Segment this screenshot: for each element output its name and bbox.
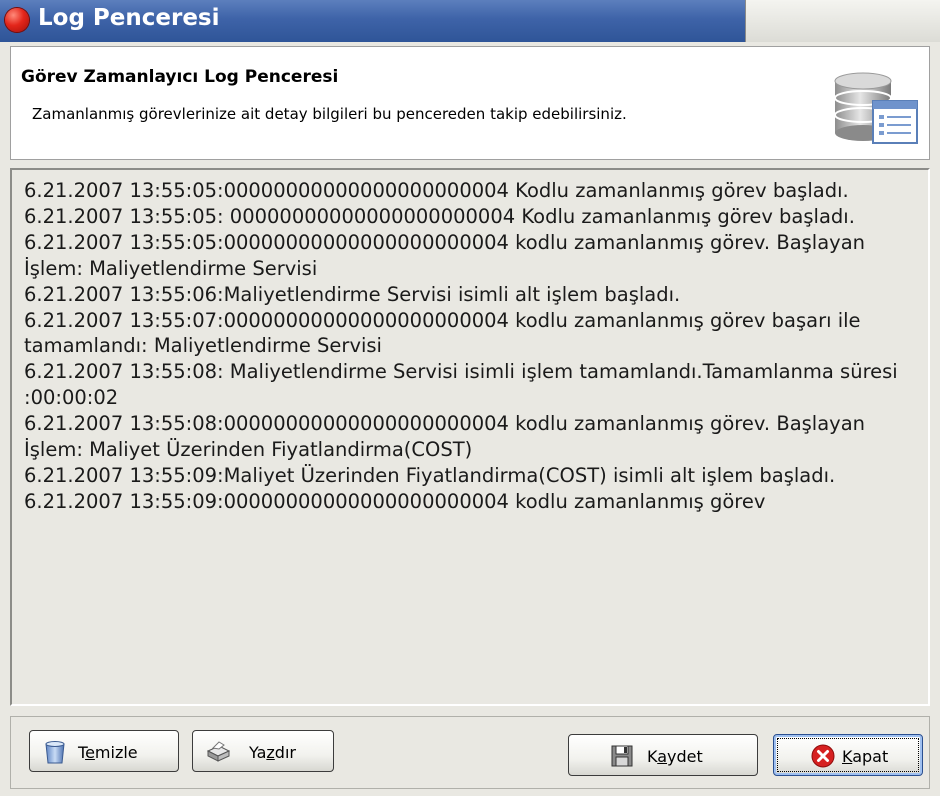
save-label-mnemonic: a	[657, 747, 668, 766]
log-line: 6.21.2007 13:55:08: Maliyetlendirme Serv…	[24, 360, 898, 410]
clear-label-mnemonic: e	[85, 743, 95, 762]
close-circle-icon	[811, 744, 835, 768]
log-line: 6.21.2007 13:55:05:000000000000000000000…	[24, 230, 866, 280]
log-line: 6.21.2007 13:55:07:000000000000000000000…	[24, 308, 861, 358]
log-line: 6.21.2007 13:55:06:Maliyetlendirme Servi…	[24, 282, 681, 306]
log-line: 6.21.2007 13:55:09:Maliyet Üzerinden Fiy…	[24, 463, 836, 487]
clear-label-pre: T	[78, 743, 86, 762]
log-window: Log Penceresi Görev Zamanlayıcı Log Penc…	[0, 0, 940, 796]
print-label-mnemonic: z	[266, 743, 275, 762]
close-label-post: apat	[852, 747, 889, 766]
window-title: Log Penceresi	[38, 5, 220, 31]
log-text-area[interactable]: 6.21.2007 13:55:05:000000000000000000000…	[10, 168, 930, 706]
floppy-disk-icon	[611, 745, 633, 767]
red-circle-icon	[5, 8, 29, 32]
button-bar: Temizle Yazdır Kaydet Kapat	[10, 716, 930, 789]
close-button[interactable]: Kapat	[773, 734, 923, 776]
save-label-pre: K	[647, 747, 658, 766]
title-bar[interactable]: Log Penceresi	[0, 0, 940, 42]
print-label-pre: Ya	[249, 743, 267, 762]
close-label-mnemonic: K	[842, 747, 853, 766]
save-button[interactable]: Kaydet	[568, 734, 758, 776]
log-line: 6.21.2007 13:55:05: 00000000000000000000…	[24, 204, 855, 228]
print-button[interactable]: Yazdır	[192, 730, 334, 772]
print-label-post: dır	[274, 743, 296, 762]
log-line: 6.21.2007 13:55:08:000000000000000000000…	[24, 412, 866, 462]
log-line: 6.21.2007 13:55:05:000000000000000000000…	[24, 179, 849, 202]
clear-button[interactable]: Temizle	[29, 730, 179, 772]
printer-icon	[206, 741, 231, 762]
database-list-icon	[834, 72, 918, 144]
log-line: 6.21.2007 13:55:09:000000000000000000000…	[24, 489, 766, 513]
trash-bin-icon	[45, 741, 65, 764]
header-description: Zamanlanmış görevlerinize ait detay bilg…	[32, 105, 627, 123]
clear-label-post: mizle	[94, 743, 138, 762]
header-title: Görev Zamanlayıcı Log Penceresi	[21, 67, 339, 87]
save-label-post: ydet	[667, 747, 703, 766]
title-bar-grip	[745, 0, 940, 42]
header-panel: Görev Zamanlayıcı Log Penceresi Zamanlan…	[10, 46, 930, 160]
